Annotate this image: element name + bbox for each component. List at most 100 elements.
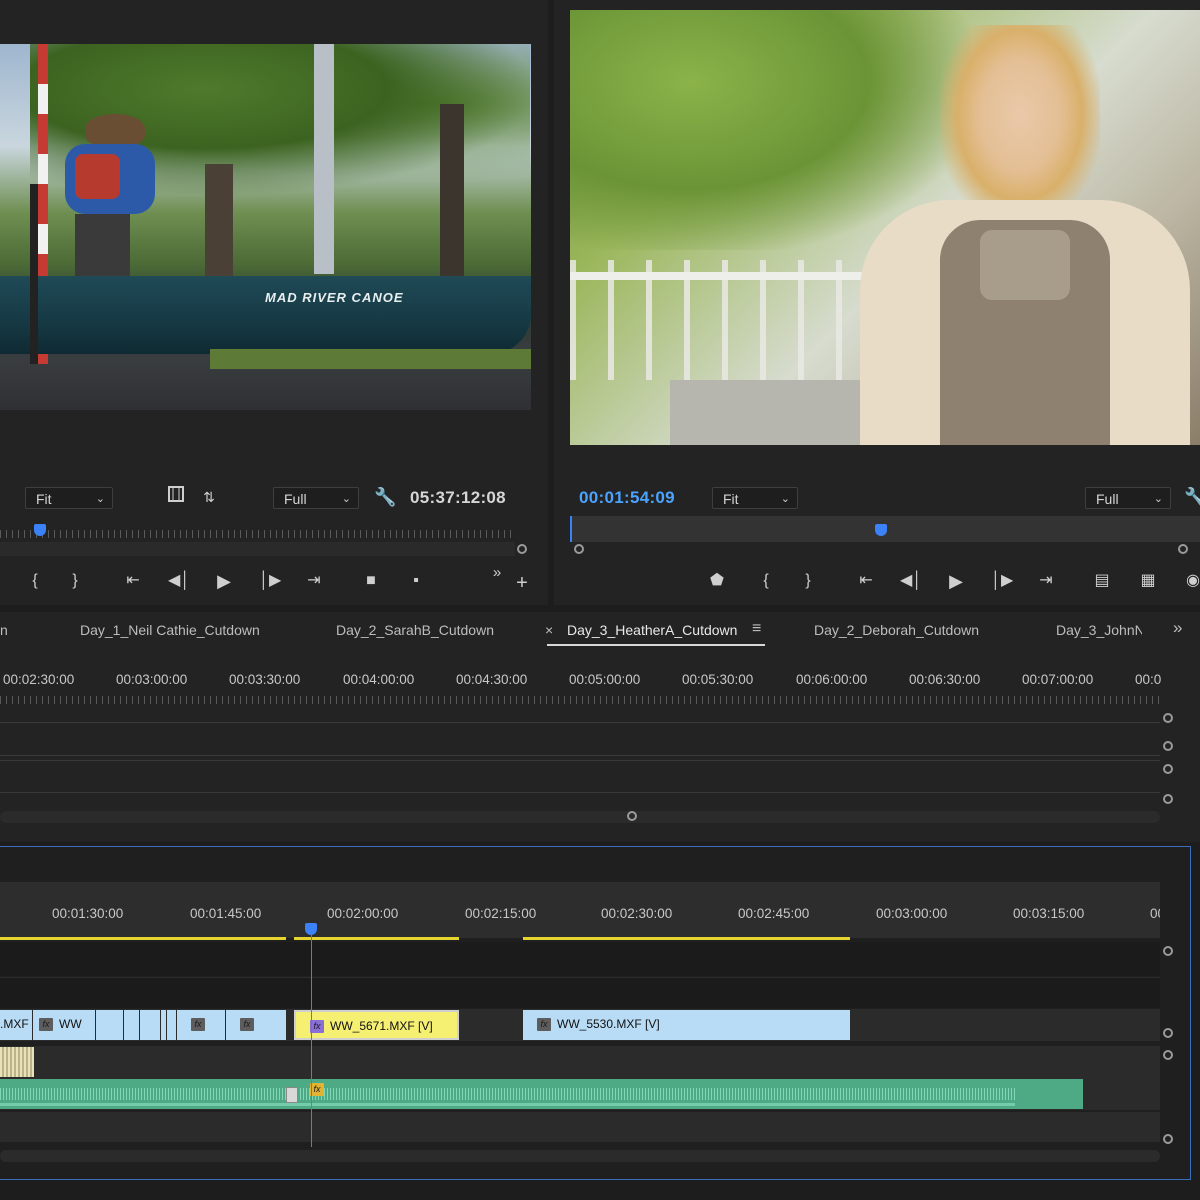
- source-resolution-dropdown[interactable]: Full ⌄: [273, 487, 359, 509]
- video-clip[interactable]: .MXF: [0, 1010, 32, 1040]
- clip-label: WW_5671.MXF [V]: [330, 1019, 433, 1033]
- timeline-playhead[interactable]: [305, 923, 317, 935]
- audio-clip[interactable]: [0, 1079, 1083, 1109]
- lift-icon[interactable]: ▤: [1091, 570, 1113, 592]
- track-scroll-handle[interactable]: [1163, 946, 1173, 956]
- program-in-marker: [570, 516, 572, 542]
- fx-badge-icon: fx: [191, 1018, 205, 1032]
- tab-day3-heathera[interactable]: Day_3_HeatherA_Cutdown: [567, 622, 737, 638]
- video-track-empty: [0, 942, 1160, 976]
- program-zoom-handle-left[interactable]: [574, 544, 584, 554]
- source-zoom-handle[interactable]: [517, 544, 527, 554]
- audio-waveform: [0, 1088, 1015, 1100]
- ruler-label: 00:02:45:00: [738, 906, 810, 921]
- video-clip[interactable]: [161, 1010, 166, 1040]
- render-bar: [0, 937, 286, 940]
- extract-icon[interactable]: ▦: [1137, 570, 1159, 592]
- tab-day1-neil-cathie[interactable]: Day_1_Neil Cathie_Cutdown: [80, 622, 260, 638]
- clip-label: WW_5530.MXF [V]: [557, 1017, 660, 1031]
- tab-day2-sarahb[interactable]: Day_2_SarahB_Cutdown: [336, 622, 494, 638]
- video-clip[interactable]: fx: [177, 1010, 225, 1040]
- mark-in-icon[interactable]: {: [755, 570, 777, 592]
- play-icon[interactable]: ▶: [213, 570, 235, 592]
- wrench-icon[interactable]: 🔧: [1184, 486, 1200, 508]
- play-icon[interactable]: ▶: [945, 570, 967, 592]
- tab-close-icon[interactable]: ×: [545, 622, 553, 638]
- video-clip[interactable]: fx WW_5530.MXF [V]: [523, 1010, 850, 1040]
- active-tab-underline: [547, 644, 765, 646]
- upper-track: [0, 755, 1160, 756]
- program-zoom-dropdown[interactable]: Fit ⌄: [712, 487, 798, 509]
- program-playhead[interactable]: [875, 524, 887, 536]
- chevron-down-icon: ⌄: [780, 493, 790, 505]
- render-bar: [523, 937, 850, 940]
- go-to-in-icon[interactable]: ⇤: [855, 570, 877, 592]
- canoe-text: MAD RIVER CANOE: [265, 290, 404, 305]
- railing-top: [570, 272, 900, 280]
- ruler-label: 00:02:15:00: [465, 906, 537, 921]
- source-zoom-dropdown[interactable]: Fit ⌄: [25, 487, 113, 509]
- program-resolution-dropdown[interactable]: Full ⌄: [1085, 487, 1171, 509]
- chevron-down-icon: ⌄: [341, 493, 351, 505]
- video-clip[interactable]: fx WW: [33, 1010, 95, 1040]
- tab-day3-johnn[interactable]: Day_3_JohnN: [1056, 622, 1142, 638]
- marker-icon[interactable]: ⬟: [706, 570, 728, 592]
- settings-filmstrip-icon[interactable]: [165, 486, 187, 509]
- audio-transition-marker[interactable]: [286, 1087, 298, 1103]
- tab-overflow-icon[interactable]: »: [1173, 618, 1182, 638]
- go-to-out-icon[interactable]: ⇥: [1035, 570, 1057, 592]
- video-clip[interactable]: [140, 1010, 160, 1040]
- step-forward-icon[interactable]: │▶: [991, 570, 1013, 592]
- ruler-label: 00:03:00:00: [876, 906, 948, 921]
- stand-base: [30, 184, 78, 364]
- program-video-frame: [570, 10, 1200, 445]
- source-playhead[interactable]: [34, 524, 46, 536]
- add-button-icon[interactable]: +: [511, 572, 533, 594]
- mark-out-icon[interactable]: }: [797, 570, 819, 592]
- source-scrub-bar[interactable]: [0, 542, 515, 556]
- track-scroll-handle[interactable]: [1163, 1050, 1173, 1060]
- wrench-icon[interactable]: 🔧: [374, 486, 396, 508]
- go-to-out-icon[interactable]: ⇥: [303, 570, 325, 592]
- tab-menu-icon[interactable]: ≡: [752, 620, 761, 638]
- tab-day2-deborah[interactable]: Day_2_Deborah_Cutdown: [814, 622, 979, 638]
- overwrite-icon[interactable]: ▪: [405, 570, 427, 592]
- track-scroll-handle[interactable]: [1163, 794, 1173, 804]
- audio-waveform-icon[interactable]: ⇅: [198, 486, 220, 508]
- track-scroll-handle[interactable]: [1163, 741, 1173, 751]
- step-back-icon[interactable]: ◀│: [168, 570, 190, 592]
- ruler-label: 00:06:30:00: [909, 672, 981, 687]
- ruler-label: 00:02:30:00: [601, 906, 673, 921]
- upper-scroll-handle[interactable]: [627, 811, 637, 821]
- video-clip[interactable]: [96, 1010, 123, 1040]
- button-editor-icon[interactable]: »: [486, 562, 508, 584]
- video-clip[interactable]: [167, 1010, 176, 1040]
- video-clip-selected[interactable]: fx WW_5671.MXF [V]: [294, 1010, 459, 1040]
- video-clip[interactable]: fx: [226, 1010, 286, 1040]
- mark-in-icon[interactable]: {: [24, 570, 46, 592]
- clip-label: .MXF: [0, 1017, 29, 1031]
- audio-clip-waveform[interactable]: [0, 1047, 34, 1077]
- go-to-in-icon[interactable]: ⇤: [122, 570, 144, 592]
- mark-out-icon[interactable]: }: [64, 570, 86, 592]
- lower-horizontal-scrollbar[interactable]: [0, 1150, 1160, 1162]
- export-frame-camera-icon[interactable]: ◉: [1182, 570, 1200, 592]
- clip-label: WW: [59, 1017, 82, 1031]
- tab-partial[interactable]: n: [0, 622, 8, 638]
- step-back-icon[interactable]: ◀│: [900, 570, 922, 592]
- video-track-empty: [0, 977, 1160, 1008]
- ruler-label: 00:04:30:00: [456, 672, 528, 687]
- track-scroll-handle[interactable]: [1163, 764, 1173, 774]
- step-forward-icon[interactable]: │▶: [259, 570, 281, 592]
- source-timecode[interactable]: 05:37:12:08: [410, 488, 506, 508]
- video-clip[interactable]: [124, 1010, 139, 1040]
- fx-badge-icon: fx: [537, 1018, 551, 1032]
- upper-horizontal-scrollbar[interactable]: [0, 811, 1160, 823]
- program-zoom-handle-right[interactable]: [1178, 544, 1188, 554]
- insert-icon[interactable]: ■: [360, 570, 382, 592]
- program-timecode[interactable]: 00:01:54:09: [579, 488, 675, 508]
- track-scroll-handle[interactable]: [1163, 1134, 1173, 1144]
- ruler-label: 00:03:00:00: [116, 672, 188, 687]
- track-scroll-handle[interactable]: [1163, 1028, 1173, 1038]
- track-scroll-handle[interactable]: [1163, 713, 1173, 723]
